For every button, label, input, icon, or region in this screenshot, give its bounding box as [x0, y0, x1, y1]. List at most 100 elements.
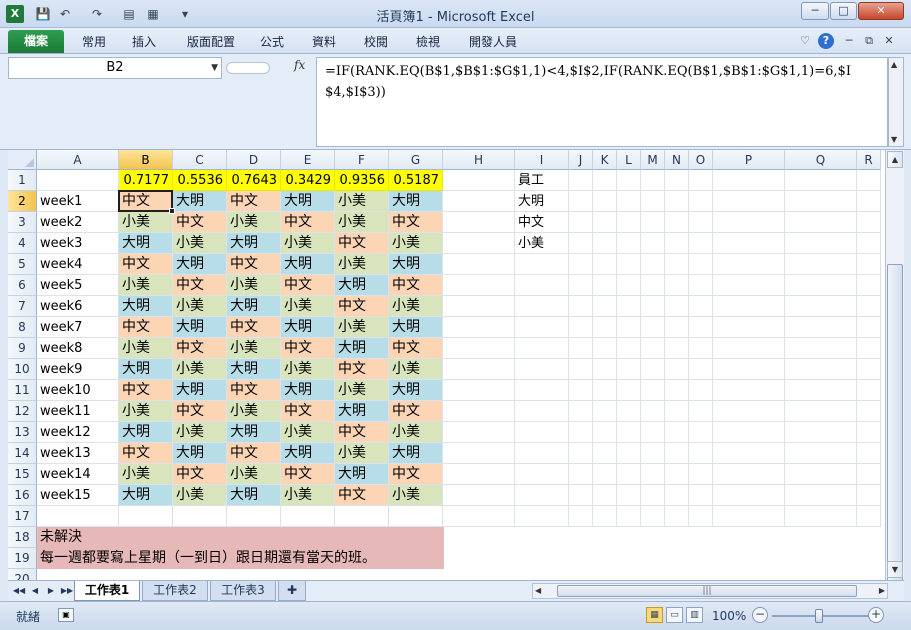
cell-D13[interactable]: 大明 [227, 422, 281, 443]
cell-E5[interactable]: 大明 [281, 254, 335, 275]
cell-G4[interactable]: 小美 [389, 233, 443, 254]
grid-cell[interactable] [713, 212, 785, 233]
grid-cell[interactable] [785, 317, 857, 338]
grid-cell[interactable] [689, 401, 713, 422]
cell-D1[interactable]: 0.7643 [227, 170, 281, 191]
grid-cell[interactable] [689, 296, 713, 317]
grid-cell[interactable] [857, 275, 881, 296]
grid-cell[interactable] [443, 296, 515, 317]
row-header-5[interactable]: 5 [8, 254, 37, 275]
grid-cell[interactable] [617, 485, 641, 506]
row-header-12[interactable]: 12 [8, 401, 37, 422]
cell-E12[interactable]: 中文 [281, 401, 335, 422]
cell-E4[interactable]: 小美 [281, 233, 335, 254]
column-header-A[interactable]: A [37, 150, 119, 170]
grid-cell[interactable] [515, 422, 569, 443]
grid-cell[interactable] [443, 170, 515, 191]
grid-cell[interactable] [641, 317, 665, 338]
grid-cell[interactable] [515, 380, 569, 401]
cell-D10[interactable]: 大明 [227, 359, 281, 380]
grid-cell[interactable] [785, 380, 857, 401]
row-header-20[interactable]: 20 [8, 569, 37, 580]
cell-F8[interactable]: 小美 [335, 317, 389, 338]
grid-cell[interactable] [443, 443, 515, 464]
grid-cell[interactable] [443, 233, 515, 254]
row-header-6[interactable]: 6 [8, 275, 37, 296]
zoom-slider[interactable] [772, 609, 870, 623]
cell-D15[interactable]: 小美 [227, 464, 281, 485]
grid-cell[interactable] [593, 317, 617, 338]
column-header-G[interactable]: G [389, 150, 443, 170]
cell-G15[interactable]: 中文 [389, 464, 443, 485]
grid-cell[interactable] [785, 233, 857, 254]
row-header-2[interactable]: 2 [8, 191, 37, 212]
grid-cell[interactable] [617, 401, 641, 422]
grid-cell[interactable] [641, 275, 665, 296]
cell-I1[interactable]: 員工 [515, 170, 569, 191]
column-header-R[interactable]: R [857, 150, 881, 170]
grid-cell[interactable] [443, 380, 515, 401]
cell-C6[interactable]: 中文 [173, 275, 227, 296]
cell-I4[interactable]: 小美 [515, 233, 569, 254]
cell-F2[interactable]: 小美 [335, 191, 389, 212]
grid-cell[interactable] [569, 359, 593, 380]
grid-cell[interactable] [857, 170, 881, 191]
grid-cell[interactable] [785, 212, 857, 233]
cell-C16[interactable]: 小美 [173, 485, 227, 506]
cell-B5[interactable]: 中文 [119, 254, 173, 275]
grid-cell[interactable] [443, 338, 515, 359]
insert-function-icon[interactable]: fx [294, 58, 305, 72]
grid-cell[interactable] [689, 212, 713, 233]
grid-cell[interactable] [689, 338, 713, 359]
cell-E11[interactable]: 大明 [281, 380, 335, 401]
grid-cell[interactable] [713, 464, 785, 485]
vertical-scrollbar[interactable]: ▲ ▼ [885, 150, 904, 584]
grid-cell[interactable] [593, 254, 617, 275]
cell-E9[interactable]: 中文 [281, 338, 335, 359]
grid-cell[interactable] [857, 401, 881, 422]
cell-G2[interactable]: 大明 [389, 191, 443, 212]
row-header-10[interactable]: 10 [8, 359, 37, 380]
cell-F4[interactable]: 中文 [335, 233, 389, 254]
cell-F14[interactable]: 小美 [335, 443, 389, 464]
workbook-close-icon[interactable]: ✕ [882, 33, 896, 49]
prev-sheet-icon[interactable]: ◀ [28, 584, 42, 598]
grid-cell[interactable] [641, 506, 665, 527]
row-header-1[interactable]: 1 [8, 170, 37, 191]
grid-cell[interactable] [665, 233, 689, 254]
zoom-level[interactable]: 100% [712, 609, 746, 623]
cell-E3[interactable]: 中文 [281, 212, 335, 233]
grid-cell[interactable] [515, 296, 569, 317]
column-header-D[interactable]: D [227, 150, 281, 170]
zoom-in-button[interactable]: + [868, 607, 884, 623]
cell-D6[interactable]: 小美 [227, 275, 281, 296]
cell-G16[interactable]: 小美 [389, 485, 443, 506]
grid-cell[interactable] [665, 275, 689, 296]
cell-G12[interactable]: 中文 [389, 401, 443, 422]
cell-F1[interactable]: 0.9356 [335, 170, 389, 191]
cell-B15[interactable]: 小美 [119, 464, 173, 485]
cell-B3[interactable]: 小美 [119, 212, 173, 233]
grid-cell[interactable] [569, 191, 593, 212]
grid-cell[interactable] [593, 191, 617, 212]
cell-C12[interactable]: 中文 [173, 401, 227, 422]
grid-cell[interactable] [281, 506, 335, 527]
cell-G1[interactable]: 0.5187 [389, 170, 443, 191]
formula-input[interactable]: =IF(RANK.EQ(B$1,$B$1:$G$1,1)<4,$I$2,IF(R… [316, 57, 888, 147]
cell-C2[interactable]: 大明 [173, 191, 227, 212]
grid-cell[interactable] [593, 275, 617, 296]
column-header-M[interactable]: M [641, 150, 665, 170]
column-header-P[interactable]: P [713, 150, 785, 170]
minimize-button[interactable]: ─ [801, 2, 829, 20]
grid-cell[interactable] [641, 254, 665, 275]
column-header-Q[interactable]: Q [785, 150, 857, 170]
cell-G8[interactable]: 大明 [389, 317, 443, 338]
tab-formulas[interactable]: 公式 [252, 32, 292, 52]
grid-cell[interactable] [569, 464, 593, 485]
grid-cell[interactable] [593, 380, 617, 401]
help-icon[interactable]: ? [818, 33, 834, 49]
grid-cell[interactable] [857, 317, 881, 338]
grid-cell[interactable] [617, 233, 641, 254]
grid-cell[interactable] [857, 380, 881, 401]
row-header-9[interactable]: 9 [8, 338, 37, 359]
